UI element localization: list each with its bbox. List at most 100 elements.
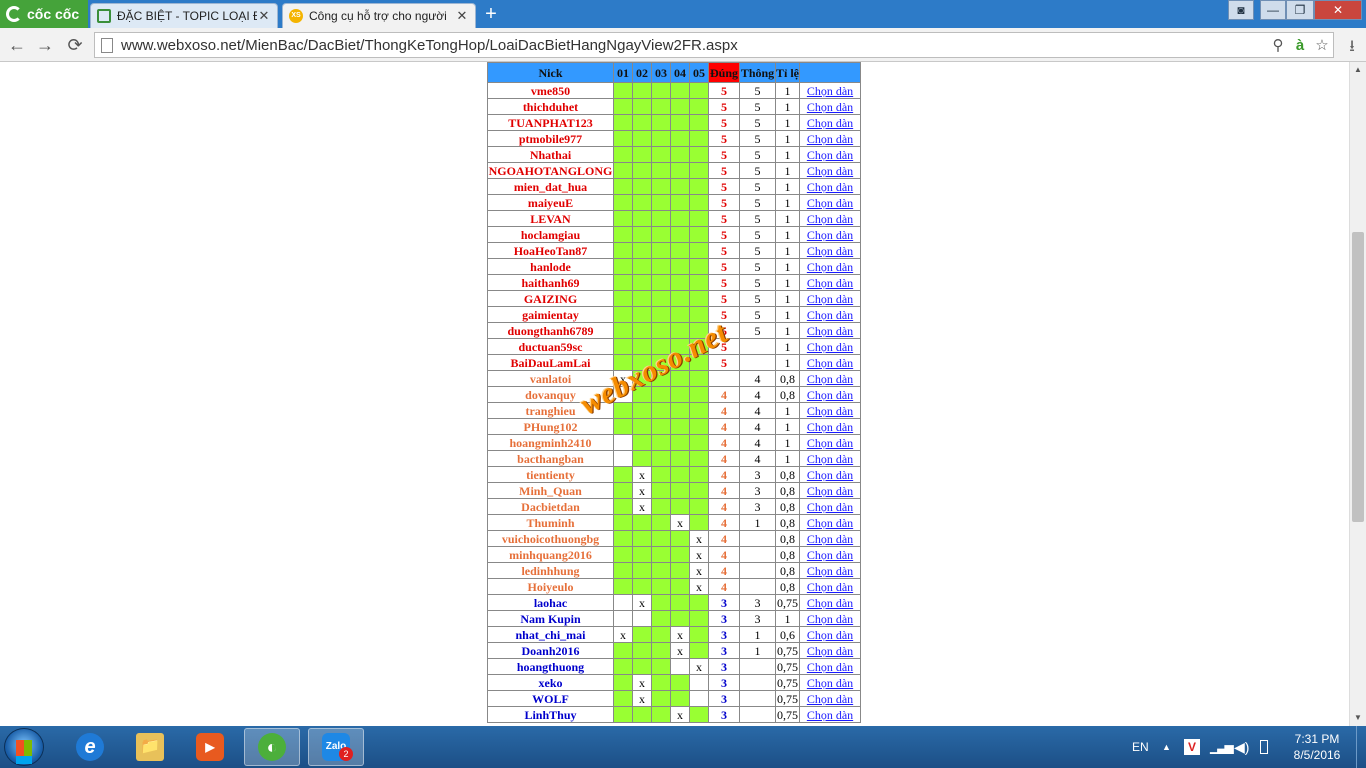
taskbar-zalo[interactable]: Zalo 2	[308, 728, 364, 766]
chon-dan-link[interactable]: Chọn dàn	[807, 260, 853, 274]
scroll-up-icon[interactable]: ▲	[1350, 62, 1366, 78]
number-cell-2	[632, 370, 652, 387]
dung-cell: 5	[708, 226, 740, 243]
chon-dan-link[interactable]: Chọn dàn	[807, 708, 853, 722]
tab-cong-cu[interactable]: XS Công cụ hỗ trợ cho người ✕	[282, 3, 476, 28]
chon-dan-link[interactable]: Chọn dàn	[807, 100, 853, 114]
browser-brand[interactable]: cốc cốc	[0, 0, 88, 28]
number-cell-1	[613, 178, 633, 195]
start-button[interactable]	[4, 728, 44, 766]
chon-dan-link[interactable]: Chọn dàn	[807, 612, 853, 626]
chon-dan-cell: Chọn dàn	[799, 626, 861, 643]
chon-dan-link[interactable]: Chọn dàn	[807, 532, 853, 546]
chon-dan-link[interactable]: Chọn dàn	[807, 452, 853, 466]
chon-dan-link[interactable]: Chọn dàn	[807, 148, 853, 162]
battery-icon[interactable]	[1260, 726, 1268, 768]
ti-le-cell: 1	[775, 402, 800, 419]
maximize-button[interactable]: ❐	[1286, 0, 1314, 20]
chon-dan-link[interactable]: Chọn dàn	[807, 340, 853, 354]
chon-dan-link[interactable]: Chọn dàn	[807, 404, 853, 418]
ti-le-cell: 1	[775, 82, 800, 99]
close-button[interactable]: ✕	[1314, 0, 1362, 20]
thong-cell: 5	[739, 226, 776, 243]
tab-close-icon[interactable]: ✕	[455, 8, 469, 24]
chon-dan-link[interactable]: Chọn dàn	[807, 244, 853, 258]
reload-icon[interactable]: ⟳	[64, 34, 86, 56]
taskbar-ie[interactable]: e	[62, 728, 118, 766]
forward-icon[interactable]: →	[34, 34, 56, 56]
scroll-thumb[interactable]	[1352, 232, 1364, 522]
chon-dan-link[interactable]: Chọn dàn	[807, 692, 853, 706]
chon-dan-link[interactable]: Chọn dàn	[807, 180, 853, 194]
tray-app-icon[interactable]: V	[1184, 726, 1200, 768]
chon-dan-link[interactable]: Chọn dàn	[807, 548, 853, 562]
chon-dan-link[interactable]: Chọn dàn	[807, 388, 853, 402]
chon-dan-link[interactable]: Chọn dàn	[807, 212, 853, 226]
show-desktop-button[interactable]	[1356, 726, 1366, 768]
ti-le-cell: 1	[775, 242, 800, 259]
chon-dan-link[interactable]: Chọn dàn	[807, 436, 853, 450]
chon-dan-cell: Chọn dàn	[799, 642, 861, 659]
chon-dan-link[interactable]: Chọn dàn	[807, 132, 853, 146]
number-cell-3	[651, 274, 671, 291]
chon-dan-link[interactable]: Chọn dàn	[807, 84, 853, 98]
user-icon[interactable]: ◙	[1228, 0, 1254, 20]
download-icon[interactable]: ⭳	[1342, 35, 1362, 55]
chon-dan-link[interactable]: Chọn dàn	[807, 324, 853, 338]
vietnamese-input-icon[interactable]: à	[1289, 37, 1311, 54]
chon-dan-link[interactable]: Chọn dàn	[807, 372, 853, 386]
minimize-button[interactable]: —	[1260, 0, 1286, 20]
chon-dan-link[interactable]: Chọn dàn	[807, 420, 853, 434]
ti-le-cell: 0,75	[775, 594, 800, 611]
url-text[interactable]: www.webxoso.net/MienBac/DacBiet/ThongKeT…	[121, 37, 1267, 54]
chon-dan-link[interactable]: Chọn dàn	[807, 116, 853, 130]
dung-cell: 3	[708, 610, 740, 627]
chon-dan-link[interactable]: Chọn dàn	[807, 228, 853, 242]
number-cell-3	[651, 546, 671, 563]
chon-dan-link[interactable]: Chọn dàn	[807, 500, 853, 514]
chon-dan-link[interactable]: Chọn dàn	[807, 644, 853, 658]
table-row: TUANPHAT123 5 5 1 Chọn dàn	[487, 114, 861, 131]
new-tab-button[interactable]: +	[480, 4, 502, 24]
chon-dan-link[interactable]: Chọn dàn	[807, 308, 853, 322]
chon-dan-link[interactable]: Chọn dàn	[807, 484, 853, 498]
table-row: Nhathai 5 5 1 Chọn dàn	[487, 146, 861, 163]
volume-icon[interactable]: ◀)	[1234, 726, 1249, 768]
chon-dan-link[interactable]: Chọn dàn	[807, 292, 853, 306]
chon-dan-cell: Chọn dàn	[799, 434, 861, 451]
number-cell-3	[651, 514, 671, 531]
number-cell-4	[670, 178, 690, 195]
language-indicator[interactable]: EN	[1132, 726, 1149, 768]
nick-cell: thichduhet	[487, 98, 614, 115]
chon-dan-link[interactable]: Chọn dàn	[807, 468, 853, 482]
thong-cell	[739, 338, 776, 355]
clock[interactable]: 7:31 PM 8/5/2016	[1286, 731, 1348, 763]
tab-dac-biet[interactable]: ĐẶC BIỆT - TOPIC LOẠI ĐẶ ✕	[90, 3, 278, 28]
number-cell-1	[613, 482, 633, 499]
bookmark-star-icon[interactable]: ☆	[1311, 36, 1333, 54]
scroll-down-icon[interactable]: ▼	[1350, 710, 1366, 726]
chon-dan-link[interactable]: Chọn dàn	[807, 164, 853, 178]
chon-dan-link[interactable]: Chọn dàn	[807, 580, 853, 594]
back-icon[interactable]: ←	[6, 34, 28, 56]
chon-dan-link[interactable]: Chọn dàn	[807, 660, 853, 674]
number-cell-2	[632, 274, 652, 291]
taskbar-media[interactable]: ▶	[182, 728, 238, 766]
tray-expand-icon[interactable]: ▲	[1162, 726, 1171, 768]
chon-dan-link[interactable]: Chọn dàn	[807, 276, 853, 290]
zoom-icon[interactable]: ⚲	[1267, 36, 1289, 54]
chon-dan-link[interactable]: Chọn dàn	[807, 596, 853, 610]
chon-dan-link[interactable]: Chọn dàn	[807, 516, 853, 530]
tab-close-icon[interactable]: ✕	[257, 8, 271, 24]
taskbar-coccoc[interactable]: ◐	[244, 728, 300, 766]
taskbar-explorer[interactable]: 📁	[122, 728, 178, 766]
chon-dan-link[interactable]: Chọn dàn	[807, 676, 853, 690]
chon-dan-link[interactable]: Chọn dàn	[807, 628, 853, 642]
chon-dan-link[interactable]: Chọn dàn	[807, 356, 853, 370]
network-icon[interactable]: ▁▃▅	[1210, 726, 1234, 768]
chon-dan-link[interactable]: Chọn dàn	[807, 196, 853, 210]
chon-dan-link[interactable]: Chọn dàn	[807, 564, 853, 578]
nick-cell: Nhathai	[487, 146, 614, 163]
address-bar[interactable]: www.webxoso.net/MienBac/DacBiet/ThongKeT…	[94, 32, 1334, 58]
vertical-scrollbar[interactable]: ▲ ▼	[1349, 62, 1366, 726]
